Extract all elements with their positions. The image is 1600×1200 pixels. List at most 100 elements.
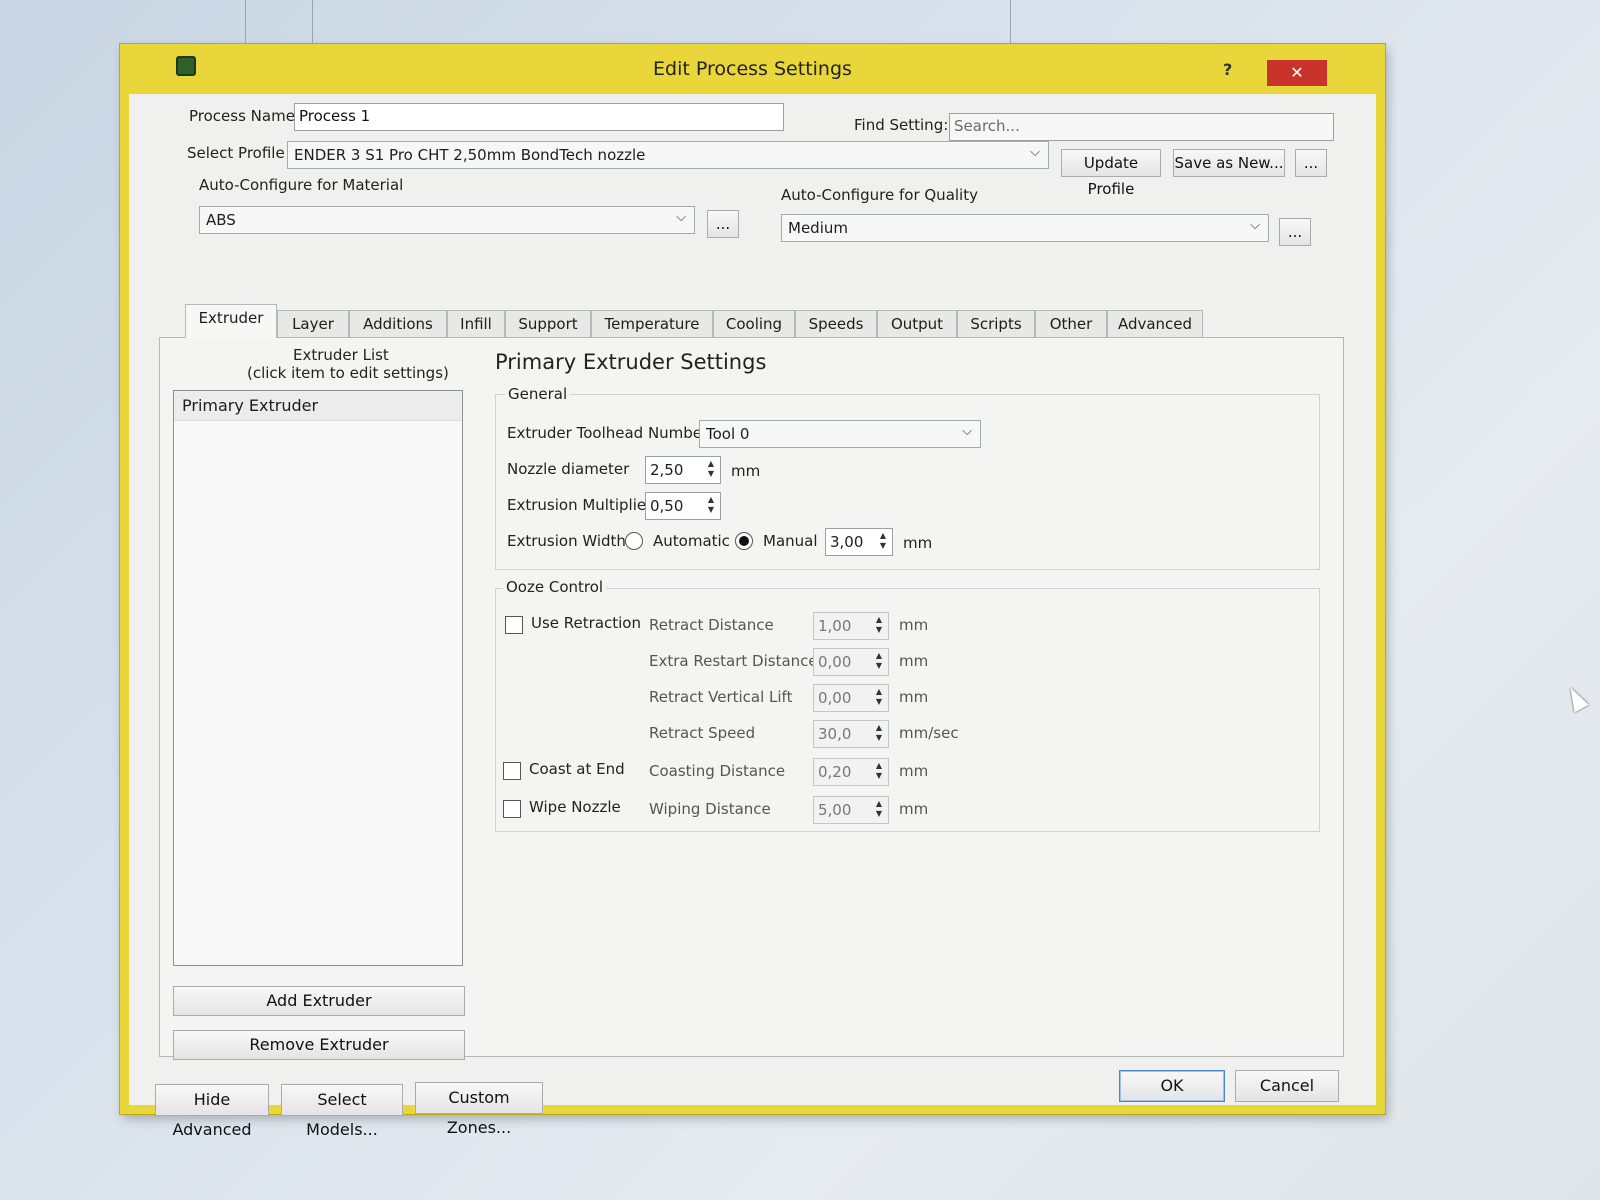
tab-cooling[interactable]: Cooling xyxy=(713,310,795,338)
settings-heading: Primary Extruder Settings xyxy=(495,350,767,374)
background-line xyxy=(1010,0,1011,48)
material-more-button[interactable]: ... xyxy=(707,210,739,238)
find-setting-input[interactable]: Search... xyxy=(949,113,1334,141)
extra-restart-unit: mm xyxy=(899,652,929,670)
coast-at-end-label: Coast at End xyxy=(529,760,625,778)
quality-more-button[interactable]: ... xyxy=(1279,218,1311,246)
vertical-lift-spinner[interactable]: 0,00 ▲ ▼ xyxy=(813,684,889,712)
extruder-list[interactable]: Primary Extruder xyxy=(173,390,463,966)
help-button[interactable]: ? xyxy=(1223,60,1232,79)
extra-restart-spinner[interactable]: 0,00 ▲ ▼ xyxy=(813,648,889,676)
tab-support[interactable]: Support xyxy=(505,310,591,338)
retract-speed-spinner[interactable]: 30,0 ▲ ▼ xyxy=(813,720,889,748)
extrusion-multiplier-value: 0,50 xyxy=(650,497,684,515)
spinner-arrows-icon[interactable]: ▲ ▼ xyxy=(872,799,886,819)
vertical-lift-label: Retract Vertical Lift xyxy=(649,688,793,706)
process-name-input[interactable]: Process 1 xyxy=(294,103,784,131)
spinner-arrows-icon[interactable]: ▲ ▼ xyxy=(872,723,886,743)
chevron-down-icon: ⌵ xyxy=(676,210,686,225)
ok-button[interactable]: OK xyxy=(1119,1070,1225,1102)
wiping-distance-label: Wiping Distance xyxy=(649,800,771,818)
hide-advanced-button[interactable]: Hide Advanced xyxy=(155,1084,269,1139)
save-as-new-button[interactable]: Save as New... xyxy=(1173,149,1285,177)
retract-distance-unit: mm xyxy=(899,616,929,634)
spinner-arrows-icon[interactable]: ▲ ▼ xyxy=(704,459,718,479)
wipe-nozzle-checkbox[interactable] xyxy=(503,800,521,818)
chevron-down-icon: ⌵ xyxy=(962,424,972,439)
extrusion-width-value: 3,00 xyxy=(830,533,864,551)
quality-select[interactable]: Medium ⌵ xyxy=(781,214,1269,242)
title-bar[interactable]: Edit Process Settings ? ✕ xyxy=(120,44,1385,94)
tab-other[interactable]: Other xyxy=(1035,310,1107,338)
tab-layer[interactable]: Layer xyxy=(277,310,349,338)
select-profile-label: Select Profile xyxy=(187,144,285,162)
manual-radio-label: Manual xyxy=(763,532,818,550)
use-retraction-label: Use Retraction xyxy=(531,614,641,632)
custom-zones-button[interactable]: Custom Zones... xyxy=(415,1082,543,1137)
automatic-radio[interactable] xyxy=(625,532,643,550)
wipe-nozzle-label: Wipe Nozzle xyxy=(529,798,621,816)
spinner-arrows-icon[interactable]: ▲ ▼ xyxy=(872,615,886,635)
coasting-distance-label: Coasting Distance xyxy=(649,762,786,780)
spinner-arrows-icon[interactable]: ▲ ▼ xyxy=(872,651,886,671)
use-retraction-checkbox[interactable] xyxy=(505,616,523,634)
background-line xyxy=(245,0,246,48)
nozzle-diameter-value: 2,50 xyxy=(650,461,684,479)
tab-scripts[interactable]: Scripts xyxy=(957,310,1035,338)
coasting-distance-unit: mm xyxy=(899,762,929,780)
retract-speed-value: 30,0 xyxy=(818,725,852,743)
vertical-lift-unit: mm xyxy=(899,688,929,706)
profile-more-button[interactable]: ... xyxy=(1295,149,1327,177)
tab-advanced[interactable]: Advanced xyxy=(1107,310,1203,338)
extrusion-multiplier-label: Extrusion Multiplier xyxy=(507,496,653,514)
quality-label: Auto-Configure for Quality xyxy=(781,186,978,204)
background-line xyxy=(312,0,313,48)
extrusion-width-unit: mm xyxy=(903,534,933,552)
toolhead-label: Extruder Toolhead Number xyxy=(507,424,709,442)
material-label: Auto-Configure for Material xyxy=(199,176,404,194)
extra-restart-label: Extra Restart Distance xyxy=(649,652,818,670)
quality-select-value: Medium xyxy=(788,219,848,237)
wiping-distance-spinner[interactable]: 5,00 ▲ ▼ xyxy=(813,796,889,824)
tab-speeds[interactable]: Speeds xyxy=(795,310,877,338)
profile-select[interactable]: ENDER 3 S1 Pro CHT 2,50mm BondTech nozzl… xyxy=(287,141,1049,169)
wiping-distance-unit: mm xyxy=(899,800,929,818)
extrusion-width-spinner[interactable]: 3,00 ▲ ▼ xyxy=(825,528,893,556)
find-setting-label: Find Setting: xyxy=(854,116,949,134)
tab-temperature[interactable]: Temperature xyxy=(591,310,713,338)
extruder-list-title: Extruder List xyxy=(293,346,389,364)
general-group-title: General xyxy=(505,385,571,403)
spinner-arrows-icon[interactable]: ▲ ▼ xyxy=(872,761,886,781)
list-item[interactable]: Primary Extruder xyxy=(174,391,462,421)
close-button[interactable]: ✕ xyxy=(1267,60,1327,86)
select-models-button[interactable]: Select Models... xyxy=(281,1084,403,1139)
mouse-cursor-icon xyxy=(1563,683,1589,713)
spinner-arrows-icon[interactable]: ▲ ▼ xyxy=(876,531,890,551)
process-name-label: Process Name xyxy=(189,107,295,125)
update-profile-button[interactable]: Update Profile xyxy=(1061,149,1161,198)
coasting-distance-spinner[interactable]: 0,20 ▲ ▼ xyxy=(813,758,889,786)
toolhead-select[interactable]: Tool 0 ⌵ xyxy=(699,420,981,448)
wiping-distance-value: 5,00 xyxy=(818,801,852,819)
manual-radio[interactable] xyxy=(735,532,753,550)
coast-at-end-checkbox[interactable] xyxy=(503,762,521,780)
tab-additions[interactable]: Additions xyxy=(349,310,447,338)
tab-output[interactable]: Output xyxy=(877,310,957,338)
tab-infill[interactable]: Infill xyxy=(447,310,505,338)
spinner-arrows-icon[interactable]: ▲ ▼ xyxy=(872,687,886,707)
spinner-arrows-icon[interactable]: ▲ ▼ xyxy=(704,495,718,515)
cancel-button[interactable]: Cancel xyxy=(1235,1070,1339,1102)
retract-distance-label: Retract Distance xyxy=(649,616,774,634)
extrusion-multiplier-spinner[interactable]: 0,50 ▲ ▼ xyxy=(645,492,721,520)
nozzle-diameter-unit: mm xyxy=(731,462,761,480)
material-select[interactable]: ABS ⌵ xyxy=(199,206,695,234)
add-extruder-button[interactable]: Add Extruder xyxy=(173,986,465,1016)
vertical-lift-value: 0,00 xyxy=(818,689,852,707)
retract-distance-spinner[interactable]: 1,00 ▲ ▼ xyxy=(813,612,889,640)
material-select-value: ABS xyxy=(206,211,236,229)
remove-extruder-button[interactable]: Remove Extruder xyxy=(173,1030,465,1060)
nozzle-diameter-label: Nozzle diameter xyxy=(507,460,630,478)
nozzle-diameter-spinner[interactable]: 2,50 ▲ ▼ xyxy=(645,456,721,484)
coasting-distance-value: 0,20 xyxy=(818,763,852,781)
tab-extruder[interactable]: Extruder xyxy=(185,304,277,338)
